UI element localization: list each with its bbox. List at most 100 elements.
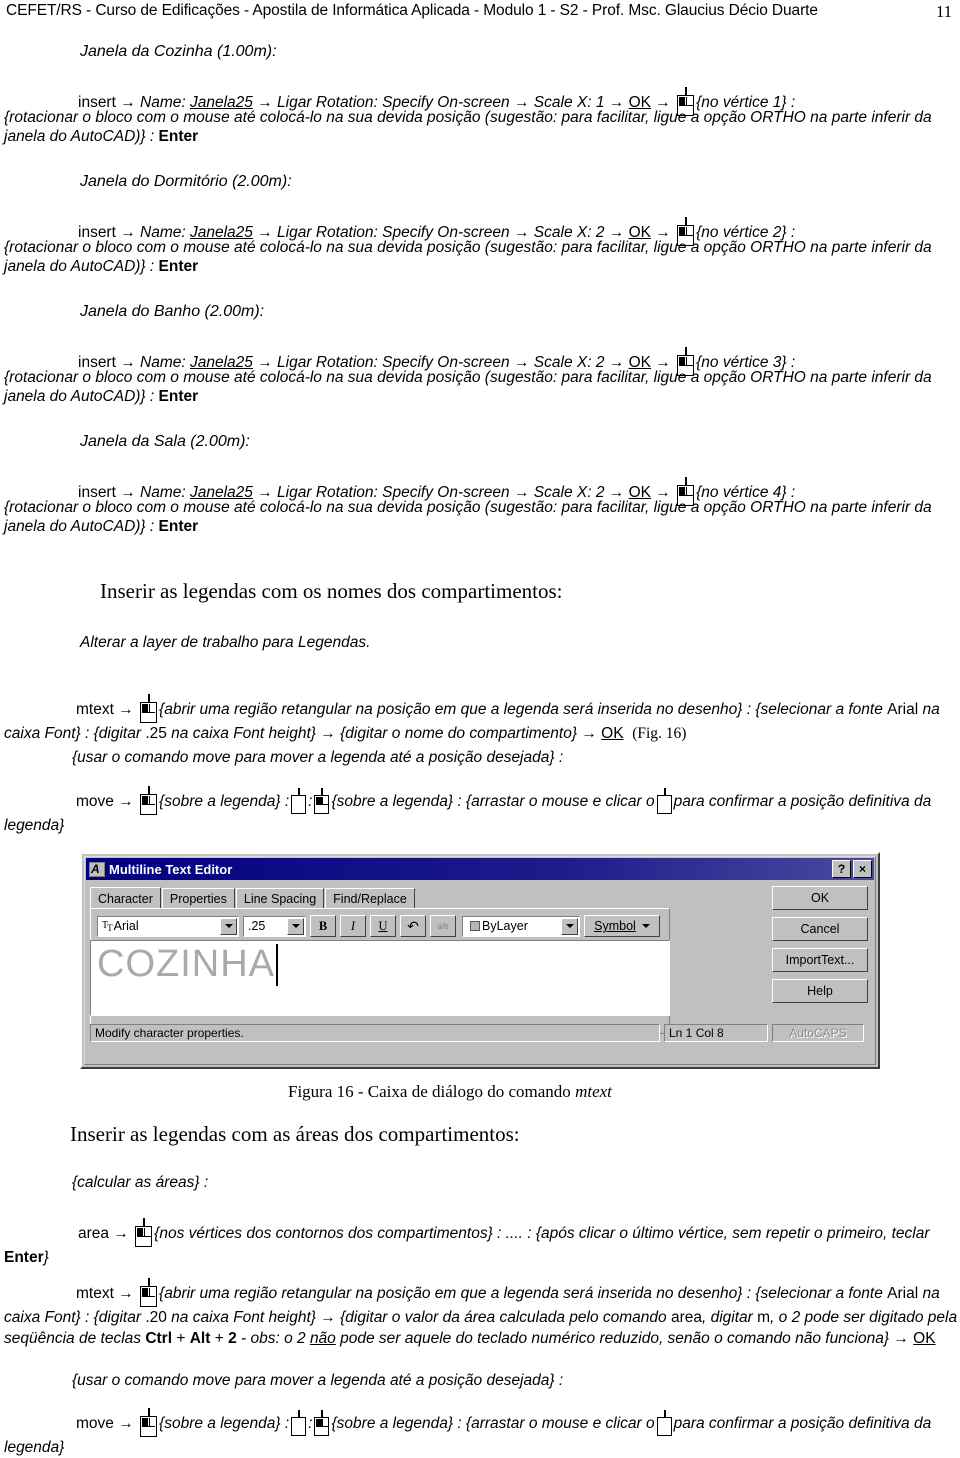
autocad-a-icon [89, 861, 105, 877]
character-toolbar: TT Arial .25 B I U ↶ a/b ByLayer Symbol [97, 915, 660, 937]
color-value: ByLayer [482, 919, 528, 933]
enter-key: Enter [158, 128, 199, 145]
mtext-text-4: {digitar o nome do compartimento} [340, 725, 578, 742]
symbol-label: Symbol [594, 919, 636, 933]
mouse-icon [291, 788, 307, 814]
help-button[interactable]: Help [772, 979, 868, 1003]
tab-find-replace[interactable]: Find/Replace [325, 888, 415, 908]
symbol-button[interactable]: Symbol [584, 915, 660, 937]
header-title: CEFET/RS - Curso de Edificações - Aposti… [6, 2, 818, 19]
stack-label: a/b [437, 921, 449, 931]
move-instruction-nomes: move → {sobre a legenda} :: {sobre a lege… [4, 786, 958, 836]
text-cursor [276, 943, 278, 986]
mtext-a-text-5: , digitar [702, 1309, 758, 1326]
mouse-left-click-icon [140, 1408, 158, 1437]
font-name-ref: Arial [887, 1285, 919, 1302]
undo-button[interactable]: ↶ [400, 915, 426, 937]
mtext-text-1: {abrir uma região retangular na posição … [159, 701, 888, 718]
move-a-text-1: {sobre a legenda} : [159, 1415, 290, 1432]
area-text-1: {nos vértices dos contornos dos comparti… [154, 1225, 930, 1242]
key-plus-2: + [214, 1330, 224, 1347]
note-move-areas: {usar o comando move para mover a legend… [72, 1372, 564, 1389]
note-move-nomes: {usar o comando move para mover a legend… [72, 749, 564, 766]
multiline-text-editor-dialog[interactable]: Multiline Text Editor ? × Character Prop… [80, 852, 880, 1069]
font-height-select[interactable]: .25 [243, 915, 306, 937]
mtext-a-text-3: na caixa Font height} [166, 1309, 316, 1326]
dialog-title: Multiline Text Editor [109, 861, 233, 877]
key-alt: Alt [189, 1330, 211, 1347]
tab-character[interactable]: Character [90, 887, 161, 910]
note-calcular-areas: {calcular as áreas} : [72, 1174, 209, 1191]
section-title-sala: Janela da Sala (2.00m): [80, 433, 250, 450]
font-height-ref: .20 [145, 1309, 167, 1326]
tab-properties[interactable]: Properties [161, 888, 235, 908]
font-select[interactable]: TT Arial [97, 915, 239, 937]
ok-button[interactable]: OK [772, 886, 868, 910]
chevron-down-icon [641, 924, 650, 928]
enter-key: Enter [4, 1249, 44, 1266]
mouse-left-click-icon [135, 1218, 153, 1247]
chevron-down-icon[interactable] [561, 917, 578, 935]
font-name-ref: Arial [887, 701, 919, 718]
mtext-edit-area[interactable]: COZINHA [90, 940, 670, 1016]
stack-button[interactable]: a/b [430, 915, 456, 937]
enter-key: Enter [158, 258, 199, 275]
font-select-value: Arial [113, 919, 139, 933]
move-text-1: {sobre a legenda} : [159, 793, 290, 810]
chevron-down-icon[interactable] [287, 917, 304, 935]
ok-label: OK [913, 1330, 936, 1347]
figure-caption: Figura 16 - Caixa de diálogo do comando … [288, 1082, 612, 1101]
mouse-icon [656, 1410, 672, 1436]
mouse-left-click-icon [140, 786, 158, 815]
italic-button[interactable]: I [340, 915, 366, 937]
help-titlebar-button[interactable]: ? [832, 860, 851, 878]
cmd-move: move [76, 1415, 114, 1432]
dialog-titlebar[interactable]: Multiline Text Editor ? × [86, 858, 874, 880]
tab-line-spacing[interactable]: Line Spacing [235, 888, 325, 908]
mouse-left-click-icon [140, 694, 158, 723]
bold-button[interactable]: B [310, 915, 336, 937]
move-colon: : [308, 793, 313, 810]
dialog-tabs: Character Properties Line Spacing Find/R… [90, 886, 416, 910]
note-alterar-layer: Alterar a layer de trabalho para Legenda… [80, 634, 371, 651]
page-number: 11 [935, 2, 952, 21]
ok-label: OK [601, 725, 624, 742]
move-text-2: {sobre a legenda} : {arrastar o mouse e … [331, 793, 655, 810]
mouse-left-click-icon [314, 788, 330, 814]
color-select[interactable]: ByLayer [462, 915, 580, 937]
mtext-content-wrapper: COZINHA [91, 941, 669, 986]
area-command-ref: area [670, 1309, 702, 1326]
section-body-dormitorio: {rotacionar o bloco com o mouse até colo… [4, 239, 932, 275]
area-text-2: } [43, 1249, 49, 1266]
mouse-left-click-icon [140, 1278, 158, 1307]
cmd-area: area [78, 1225, 110, 1242]
close-icon[interactable]: × [853, 860, 872, 878]
figure-caption-prefix: Figura 16 - Caixa de diálogo do comando [288, 1082, 576, 1101]
heading-legendas-areas: Inserir as legendas com as áreas dos com… [70, 1122, 520, 1146]
mtext-a-text-1: {abrir uma região retangular na posição … [159, 1285, 888, 1302]
cancel-button[interactable]: Cancel [772, 917, 868, 941]
move-a-colon: : [308, 1415, 313, 1432]
section-body-cozinha: {rotacionar o bloco com o mouse até colo… [4, 109, 932, 145]
font-height-ref: .25 [145, 725, 167, 742]
import-text-button[interactable]: ImportText... [772, 948, 868, 972]
mouse-left-click-icon [314, 1410, 330, 1436]
enter-key: Enter [158, 388, 199, 405]
cmd-move: move [76, 793, 114, 810]
dialog-statusbar: Modify character properties. Ln 1 Col 8 … [90, 1024, 864, 1042]
document-page: CEFET/RS - Curso de Edificações - Aposti… [0, 0, 960, 1456]
mtext-content: COZINHA [97, 943, 275, 985]
mouse-icon [291, 1410, 307, 1436]
chevron-down-icon[interactable] [220, 917, 237, 935]
mtext-instruction-nomes: mtext → {abrir uma região retangular na … [4, 694, 958, 744]
emphasis-nao: não [309, 1330, 336, 1347]
underline-button[interactable]: U [370, 915, 396, 937]
cmd-mtext: mtext [76, 701, 114, 718]
status-autocaps: AutoCAPS [772, 1024, 864, 1042]
status-cursor-position: Ln 1 Col 8 [664, 1024, 768, 1042]
color-swatch-icon [470, 921, 480, 931]
mtext-instruction-areas: mtext → {abrir uma região retangular na … [4, 1278, 958, 1349]
font-height-value: .25 [248, 919, 266, 933]
dialog-action-buttons: OK Cancel ImportText... Help [772, 886, 868, 1003]
enter-key: Enter [158, 518, 199, 535]
